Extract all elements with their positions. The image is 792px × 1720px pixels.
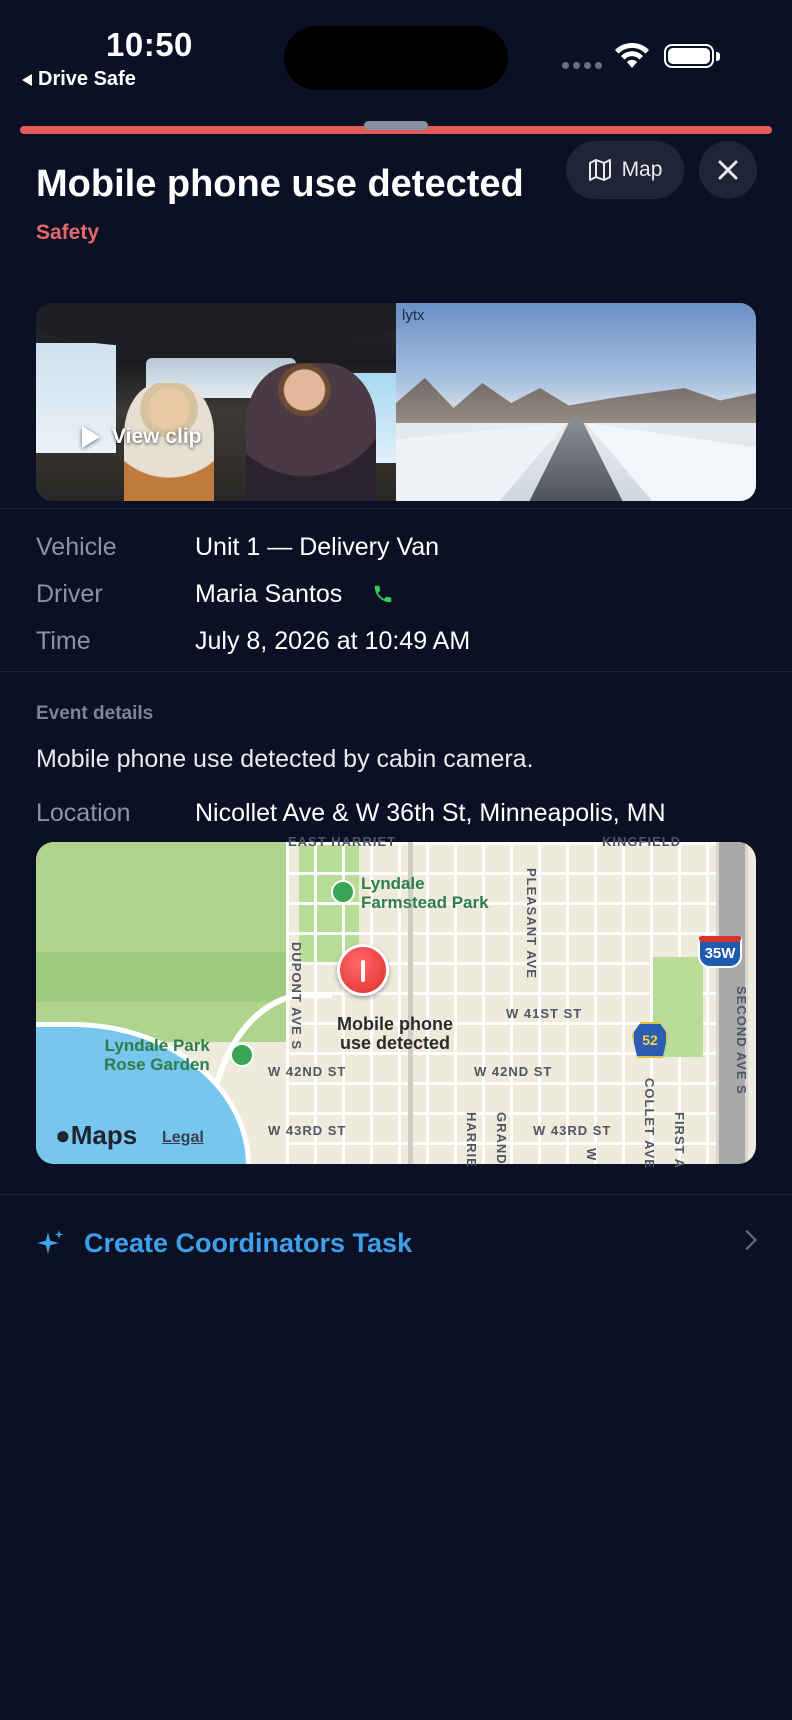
create-coordinators-task-button[interactable]: Create Coordinators Task (36, 1219, 758, 1267)
view-clip-button[interactable]: View clip (82, 425, 202, 449)
map-street-label: W 43RD ST (268, 1123, 347, 1138)
map-street-label: W 43RD ST (533, 1123, 612, 1138)
park-shade (36, 952, 288, 1002)
map-street-label: PLEASANT AVE (524, 868, 539, 979)
map-street-label: FIRST A (672, 1112, 687, 1170)
park-label-lyndale-farmstead: Lyndale Farmstead Park (361, 874, 489, 912)
driver-label: Driver (36, 580, 103, 608)
status-time: 10:50 (106, 26, 193, 63)
event-title: Mobile phone use detected (36, 163, 524, 205)
time-value: July 8, 2026 at 10:49 AM (195, 627, 471, 655)
map-street-label: W 42ND ST (268, 1064, 347, 1079)
park-poi-icon (331, 880, 355, 904)
driver-figure (246, 363, 376, 501)
interstate-35w-shield-icon: 35W (698, 936, 742, 968)
map-street-label: EAST HARRIET (288, 834, 397, 849)
view-clip-label: View clip (112, 425, 202, 448)
pin-label: Mobile phone use detected (337, 1014, 453, 1053)
event-details-heading: Event details (36, 703, 154, 724)
wifi-icon (615, 42, 649, 68)
map-street-label: W (584, 1148, 599, 1162)
divider (0, 671, 792, 672)
sparkles-icon (37, 1230, 64, 1254)
cabin-camera-frame (36, 303, 396, 501)
map-street-label: KINGFIELD (602, 834, 682, 849)
event-description: Mobile phone use detected by cabin camer… (36, 745, 534, 773)
dynamic-island (284, 26, 508, 90)
park-label-rose-garden: Lyndale Park Rose Garden (104, 1036, 210, 1074)
divider (0, 1194, 792, 1195)
vehicle-value: Unit 1 — Delivery Van (195, 533, 440, 561)
road-camera-frame: lytx (396, 303, 756, 501)
map-street-label: W 42ND ST (474, 1064, 553, 1079)
close-icon (718, 160, 738, 180)
video-clip-thumbnail[interactable]: lytx View clip (36, 303, 756, 501)
map-legal-link[interactable]: Legal (162, 1129, 204, 1147)
create-task-label: Create Coordinators Task (84, 1227, 413, 1258)
event-category: Safety (36, 221, 100, 244)
map-icon (588, 159, 611, 181)
map-button[interactable]: Map (566, 141, 684, 199)
phone-call-icon[interactable] (372, 583, 394, 605)
play-icon (82, 426, 100, 448)
park-area (36, 842, 288, 1042)
time-label: Time (36, 627, 91, 655)
apple-logo-icon: ● (55, 1120, 71, 1150)
map-street-label: COLLET AVE (642, 1078, 657, 1169)
status-bar: 10:50 Drive Safe (0, 0, 792, 110)
map-street-label: HARRIE (464, 1112, 479, 1168)
location-label: Location (36, 799, 131, 827)
map-street-label: SECOND AVE S (734, 986, 749, 1095)
camera-watermark: lytx (402, 307, 425, 324)
location-value: Nicollet Ave & W 36th St, Minneapolis, M… (195, 799, 666, 827)
back-app-label: Drive Safe (38, 68, 136, 90)
driver-value[interactable]: Maria Santos (195, 580, 342, 609)
battery-tip (716, 52, 720, 61)
map-street-label: W 41ST ST (506, 1006, 583, 1021)
sheet-grabber[interactable] (364, 121, 428, 130)
pin-needle (361, 960, 365, 982)
divider (0, 508, 792, 509)
map-street-label: GRAND (494, 1112, 509, 1165)
back-arrow-icon (22, 73, 32, 86)
close-button[interactable] (699, 141, 757, 199)
garden-poi-icon (230, 1043, 254, 1067)
vehicle-label: Vehicle (36, 533, 117, 561)
apple-maps-logo: ●Maps (55, 1120, 138, 1150)
cellular-signal-icon (562, 62, 602, 69)
back-to-app-link[interactable]: Drive Safe (22, 68, 136, 91)
battery-icon (664, 44, 714, 68)
county-road-52-shield-icon: 52 (632, 1022, 668, 1058)
map-button-label: Map (621, 158, 663, 181)
